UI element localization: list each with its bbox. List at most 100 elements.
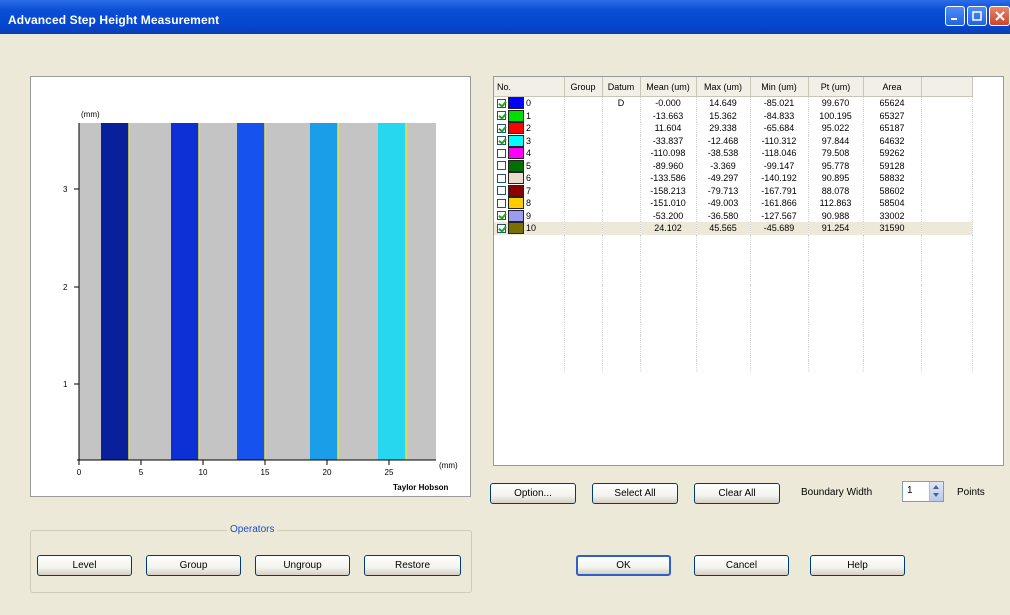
table-row[interactable]: 8 -151.010 -49.003 -161.866 112.863 58504 bbox=[494, 197, 973, 210]
row-checkbox[interactable] bbox=[497, 123, 506, 133]
table-row[interactable] bbox=[494, 284, 973, 297]
col-header-area[interactable]: Area bbox=[863, 77, 922, 97]
cancel-button[interactable]: Cancel bbox=[694, 555, 789, 576]
height-map-plot: (mm) 3 2 1 0 5 10 15 20 25 (mm) Taylor Hobson bbox=[63, 110, 458, 492]
table-row[interactable]: 5 -89.960 -3.369 -99.147 95.778 59128 bbox=[494, 159, 973, 172]
table-row[interactable] bbox=[494, 234, 973, 247]
cell-min bbox=[750, 272, 809, 285]
cell-max bbox=[696, 259, 751, 272]
cell-min bbox=[750, 347, 809, 360]
table-row[interactable] bbox=[494, 247, 973, 260]
restore-button[interactable]: Restore bbox=[364, 555, 461, 576]
row-checkbox[interactable] bbox=[497, 161, 506, 171]
cell-datum bbox=[602, 347, 641, 360]
table-row[interactable]: 6 -133.586 -49.297 -140.192 90.895 58832 bbox=[494, 172, 973, 185]
minimize-button[interactable] bbox=[945, 6, 965, 26]
arrow-up-icon[interactable] bbox=[933, 485, 939, 489]
cell-group bbox=[564, 197, 603, 210]
table-row[interactable] bbox=[494, 272, 973, 285]
table-row[interactable] bbox=[494, 322, 973, 335]
y-tick-label: 1 bbox=[63, 380, 68, 389]
table-row[interactable] bbox=[494, 347, 973, 360]
table-row[interactable] bbox=[494, 334, 973, 347]
cell-no bbox=[494, 234, 565, 247]
cell-max bbox=[696, 234, 751, 247]
cell-min: -118.046 bbox=[750, 147, 809, 160]
table-row[interactable] bbox=[494, 309, 973, 322]
row-checkbox[interactable] bbox=[497, 223, 506, 233]
select-all-button[interactable]: Select All bbox=[592, 483, 678, 504]
row-checkbox[interactable] bbox=[497, 198, 506, 208]
cell-max: 45.565 bbox=[696, 222, 751, 235]
cell-max bbox=[696, 334, 751, 347]
cell-area: 65624 bbox=[863, 96, 922, 110]
cell-area bbox=[863, 334, 922, 347]
cell-empty bbox=[921, 96, 973, 110]
cell-max: 29.338 bbox=[696, 122, 751, 135]
table-row[interactable] bbox=[494, 297, 973, 310]
cell-mean: -33.837 bbox=[640, 134, 697, 147]
row-number: 10 bbox=[526, 223, 537, 234]
col-header-no[interactable]: No. bbox=[494, 77, 565, 97]
clear-all-button[interactable]: Clear All bbox=[694, 483, 780, 504]
table-row[interactable]: 9 -53.200 -36.580 -127.567 90.988 33002 bbox=[494, 209, 973, 222]
table-row[interactable] bbox=[494, 259, 973, 272]
cell-area: 65327 bbox=[863, 109, 922, 122]
maximize-button[interactable] bbox=[967, 6, 987, 26]
table-row[interactable]: 0 D -0.000 14.649 -85.021 99.670 65624 bbox=[494, 96, 973, 110]
boundary-width-stepper[interactable]: 1 bbox=[902, 481, 944, 502]
table-row[interactable]: 10 24.102 45.565 -45.689 91.254 31590 bbox=[494, 222, 973, 235]
cell-empty bbox=[921, 172, 973, 185]
cell-min bbox=[750, 247, 809, 260]
y-tick-label: 2 bbox=[63, 283, 68, 292]
option-button[interactable]: Option... bbox=[490, 483, 576, 504]
col-header-mean[interactable]: Mean (um) bbox=[640, 77, 697, 97]
row-checkbox[interactable] bbox=[497, 111, 506, 121]
cell-group bbox=[564, 159, 603, 172]
col-header-group[interactable]: Group bbox=[564, 77, 603, 97]
table-row[interactable] bbox=[494, 359, 973, 372]
row-checkbox[interactable] bbox=[497, 136, 506, 146]
row-checkbox[interactable] bbox=[497, 186, 506, 196]
row-checkbox[interactable] bbox=[497, 211, 506, 221]
row-checkbox[interactable] bbox=[497, 148, 506, 158]
table-row[interactable]: 7 -158.213 -79.713 -167.791 88.078 58602 bbox=[494, 184, 973, 197]
cell-no: 0 bbox=[494, 96, 565, 110]
cell-no bbox=[494, 247, 565, 260]
cell-group bbox=[564, 309, 603, 322]
color-swatch bbox=[508, 222, 524, 235]
help-button[interactable]: Help bbox=[810, 555, 905, 576]
boundary-width-value[interactable]: 1 bbox=[907, 485, 913, 496]
color-swatch bbox=[508, 97, 524, 110]
row-checkbox[interactable] bbox=[497, 98, 506, 108]
color-swatch bbox=[508, 159, 524, 172]
ungroup-button[interactable]: Ungroup bbox=[255, 555, 350, 576]
col-header-datum[interactable]: Datum bbox=[602, 77, 641, 97]
row-checkbox[interactable] bbox=[497, 173, 506, 183]
cell-datum bbox=[602, 134, 641, 147]
cell-min bbox=[750, 234, 809, 247]
col-header-pt[interactable]: Pt (um) bbox=[808, 77, 864, 97]
col-header-max[interactable]: Max (um) bbox=[696, 77, 751, 97]
arrow-down-icon[interactable] bbox=[933, 493, 939, 497]
table-row[interactable]: 3 -33.837 -12.468 -110.312 97.844 64632 bbox=[494, 134, 973, 147]
stepper-arrows[interactable] bbox=[929, 482, 943, 501]
table-row[interactable]: 1 -13.663 15.362 -84.833 100.195 65327 bbox=[494, 109, 973, 122]
height-band bbox=[237, 123, 265, 460]
cell-pt bbox=[808, 259, 864, 272]
cell-datum bbox=[602, 159, 641, 172]
cell-group bbox=[564, 209, 603, 222]
x-tick-label: 5 bbox=[139, 468, 144, 477]
table-row[interactable]: 2 11.604 29.338 -65.684 95.022 65187 bbox=[494, 122, 973, 135]
color-swatch bbox=[508, 147, 524, 160]
y-ticks: 3 2 1 bbox=[63, 185, 79, 389]
ok-button[interactable]: OK bbox=[576, 555, 671, 576]
cell-pt: 100.195 bbox=[808, 109, 864, 122]
cell-datum bbox=[602, 234, 641, 247]
col-header-min[interactable]: Min (um) bbox=[750, 77, 809, 97]
cell-datum bbox=[602, 172, 641, 185]
group-button[interactable]: Group bbox=[146, 555, 241, 576]
close-button[interactable] bbox=[989, 6, 1010, 26]
level-button[interactable]: Level bbox=[37, 555, 132, 576]
table-row[interactable]: 4 -110.098 -38.538 -118.046 79.508 59262 bbox=[494, 147, 973, 160]
